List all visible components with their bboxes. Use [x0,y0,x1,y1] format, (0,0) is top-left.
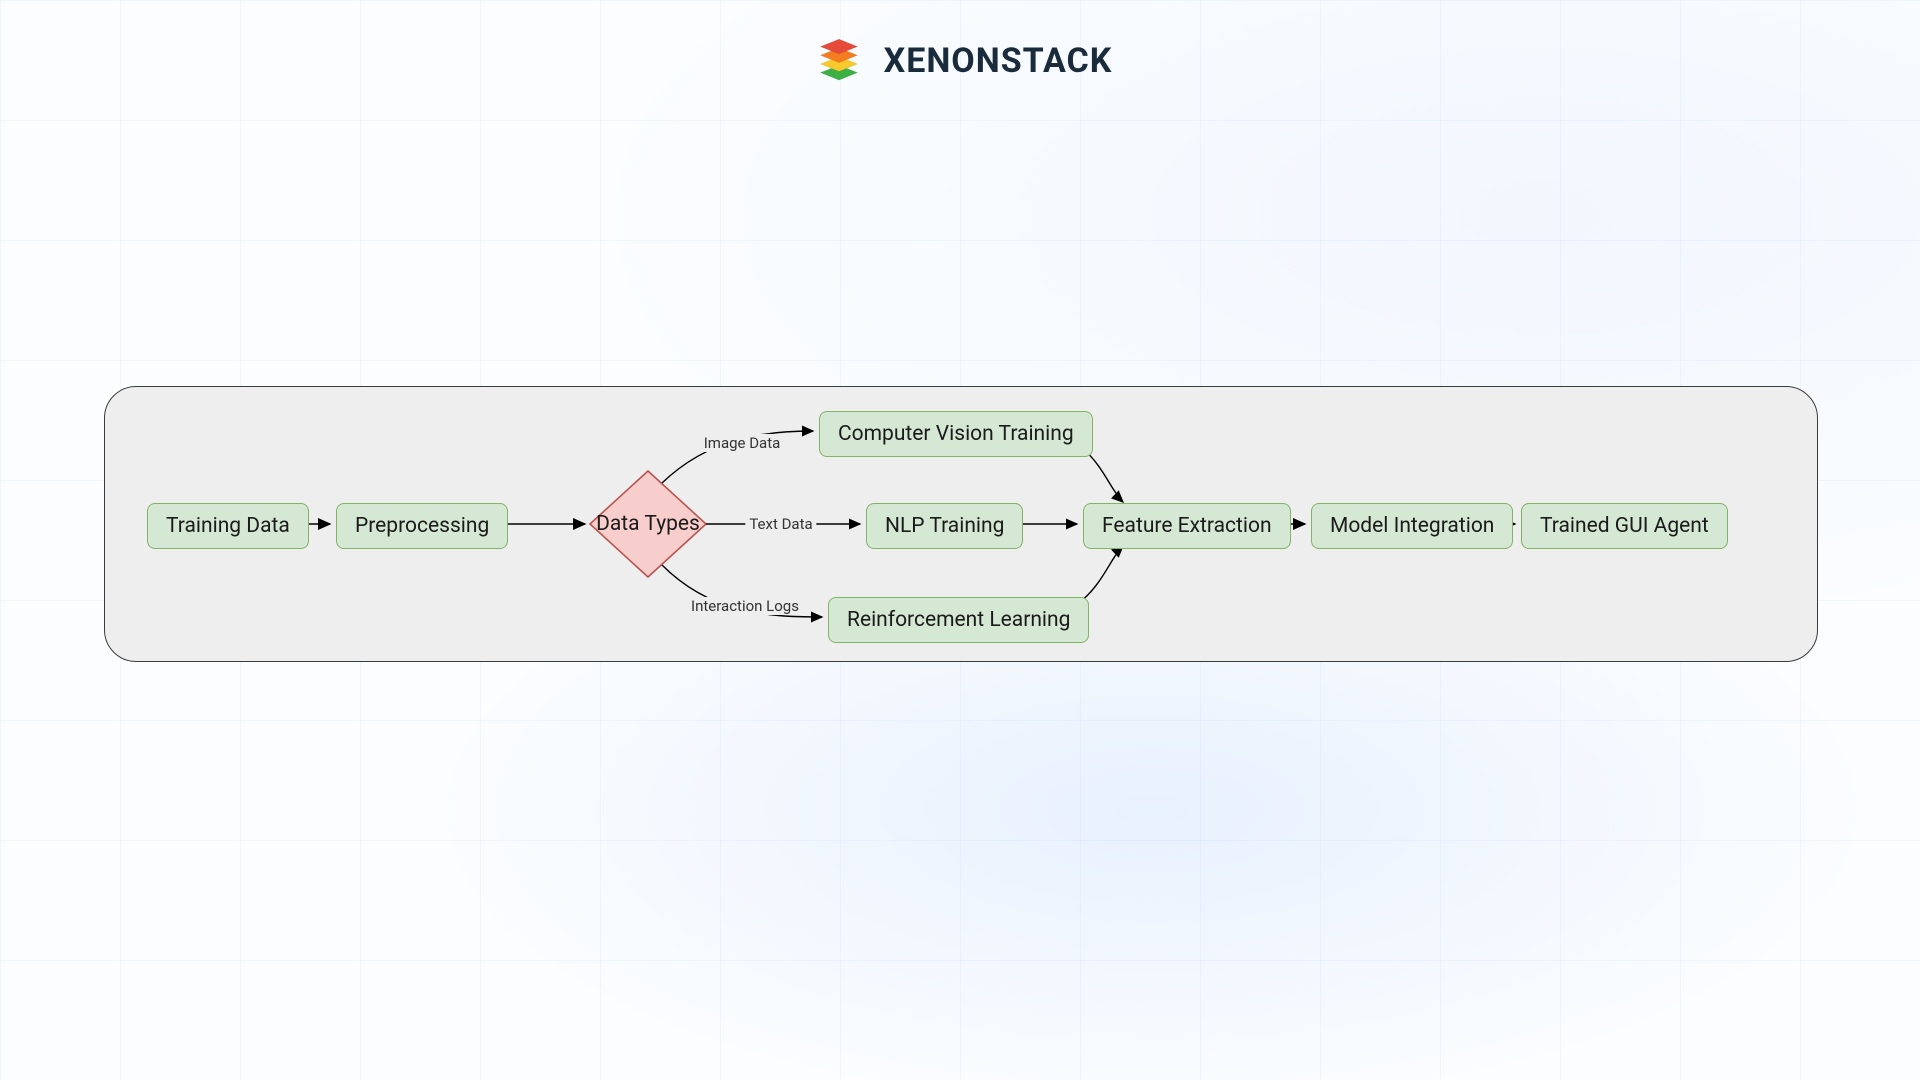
node-model-integration: Model Integration [1311,503,1513,549]
node-cv-training: Computer Vision Training [819,411,1093,457]
edge-label-text-data: Text Data [745,515,816,533]
node-rl: Reinforcement Learning [828,597,1089,643]
node-preprocessing: Preprocessing [336,503,508,549]
brand-header: XENONSTACK [0,28,1920,94]
brand-name: XENONSTACK [884,41,1113,81]
node-training-data: Training Data [147,503,309,549]
node-trained-gui-agent: Trained GUI Agent [1521,503,1728,549]
edge-label-image-data: Image Data [700,434,785,452]
node-feature-extraction: Feature Extraction [1083,503,1291,549]
node-data-types-label: Data Types [596,512,700,536]
brand-logo-icon [808,28,870,94]
diagram-panel: Training Data Preprocessing Data Types C… [104,386,1818,662]
node-nlp-training: NLP Training [866,503,1023,549]
edge-label-interaction-logs: Interaction Logs [687,597,803,615]
